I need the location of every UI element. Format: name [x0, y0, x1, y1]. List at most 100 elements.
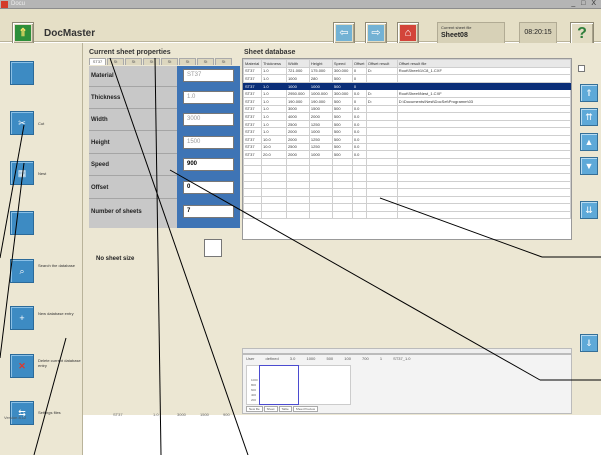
thickness-row: Thickness 1.0 [89, 88, 240, 107]
height-field[interactable]: 1500 [183, 136, 234, 149]
table-row[interactable]: ST37 1.0 1000 1000 500 0 [243, 81, 571, 91]
material-tab[interactable]: St [197, 58, 214, 65]
number-of-sheets-field[interactable]: 7 [183, 205, 234, 218]
table-cell [331, 157, 353, 167]
no-sheet-size-checkbox[interactable] [204, 239, 222, 257]
material-tab[interactable]: St [143, 58, 160, 65]
table-row-empty[interactable] [243, 203, 571, 212]
scroll-top-button[interactable]: ⇑ [580, 84, 598, 102]
table-row[interactable]: ST37 1.0 3000 1500 500 0.0 [243, 104, 571, 114]
table-row-empty[interactable] [243, 157, 571, 167]
scroll-bottom-button[interactable]: ⇓ [580, 334, 598, 352]
table-cell: 190.000 [285, 96, 310, 106]
table-cell: 1000 [308, 150, 333, 159]
nest-icon: ▦ [17, 168, 27, 178]
preview-tab[interactable]: Table [278, 406, 292, 412]
material-tab[interactable]: ST37 [89, 58, 106, 65]
speed-field[interactable]: 900 [183, 158, 234, 171]
table-cell: 1.0 [260, 66, 287, 76]
table-cell [260, 203, 287, 212]
scroll-up-button[interactable]: ▲ [580, 133, 598, 151]
preview-tab[interactable]: Sheet Preview [292, 406, 319, 412]
scroll-down-button[interactable]: ▼ [580, 157, 598, 175]
page-up-button[interactable]: ⇈ [580, 108, 598, 126]
sheet-thumbnail[interactable] [259, 365, 299, 405]
table-row-empty[interactable] [243, 165, 571, 174]
table-cell [331, 210, 353, 220]
table-cell: 0 [351, 96, 367, 106]
table-row[interactable]: ST37 1.0 1000 280 500 0 [243, 74, 571, 83]
table-cell: Root\Sheet\Nest_1.CXF [396, 89, 571, 98]
material-tab[interactable]: St [161, 58, 178, 65]
column-header[interactable]: Offset [351, 59, 367, 68]
offset-field[interactable]: 0 [183, 181, 234, 194]
preview-y-axis: 1000 800 600 400 200 [251, 378, 258, 403]
page-down-button[interactable]: ⇊ [580, 201, 598, 219]
app-logo-button[interactable]: ⇑ [12, 22, 34, 44]
app-logo-icon: ⇑ [15, 25, 31, 41]
delete-entry-button[interactable]: ✕ [10, 354, 34, 378]
arrow-left-icon: ⇦ [336, 25, 352, 41]
table-row-empty[interactable] [243, 195, 571, 205]
home-button[interactable]: ⌂ [397, 22, 419, 44]
table-row[interactable]: ST37 1.0 721.000 175.000 300.000 0 D: Root\Shee… [243, 66, 571, 76]
table-row-empty[interactable] [243, 210, 571, 220]
width-field[interactable]: 3000 [183, 113, 234, 126]
table-row[interactable]: ST37 10.0 2000 1250 500 0.0 [243, 134, 571, 144]
table-row[interactable]: ST37 1.0 4000 2000 500 0.0 [243, 112, 571, 121]
table-cell: 2500 [285, 119, 310, 129]
scroll-down-icon: ▼ [584, 161, 594, 171]
table-cell: 0.0 [351, 142, 367, 152]
material-tab[interactable]: St [215, 58, 232, 65]
material-tab[interactable]: St [107, 58, 124, 65]
nest-button[interactable]: ▦ [10, 161, 34, 185]
window-controls[interactable]: _ □ X [571, 0, 598, 7]
table-row[interactable]: ST37 1.0 2500 1250 500 0.0 [243, 119, 571, 129]
table-row[interactable]: ST37 10.0 2500 1250 500 0.0 [243, 142, 571, 152]
sidebar-button-1[interactable] [10, 61, 34, 85]
column-header[interactable]: Material [243, 59, 262, 68]
app-header: ⇑ DocMaster ⇦ ⇨ ⌂ Current sheet file She… [0, 9, 601, 46]
table-cell: 0.0 [351, 119, 367, 129]
divider [89, 86, 177, 87]
new-entry-button[interactable]: + [10, 306, 34, 330]
settings-files-button[interactable]: ⇆ [10, 401, 34, 425]
table-row-empty[interactable] [243, 180, 571, 190]
column-header[interactable]: Offset result file [396, 59, 571, 68]
table-row-empty[interactable] [243, 188, 571, 197]
thickness-field[interactable]: 1.0 [183, 91, 234, 104]
sidebar-button-4[interactable] [10, 211, 34, 235]
table-cell [285, 188, 310, 197]
cut-button[interactable]: ✂ [10, 111, 34, 135]
table-row[interactable]: ST37 1.0 2000 1000 500 0.0 [243, 127, 571, 136]
table-cell: 10.0 [260, 134, 287, 144]
material-tab[interactable]: St [179, 58, 196, 65]
divider [89, 198, 177, 199]
table-row[interactable]: ST37 1.0 190.000 190.000 500 0 D: D:\Documents\… [243, 96, 571, 106]
column-header[interactable]: Thickness [260, 59, 287, 68]
table-cell: Root\Sheet\1\C8_1.CXF [396, 66, 571, 76]
window-app-icon [1, 1, 8, 8]
column-header[interactable]: Offset result [365, 59, 398, 68]
material-field[interactable]: ST37 [183, 69, 234, 82]
table-cell [351, 210, 367, 220]
material-tab[interactable]: St [125, 58, 142, 65]
table-row-empty[interactable] [243, 172, 571, 182]
table-cell: 0 [351, 74, 367, 83]
preview-tab[interactable]: New file [246, 406, 263, 412]
search-database-button[interactable]: ⌕ [10, 259, 34, 283]
forward-button[interactable]: ⇨ [365, 22, 387, 44]
column-header[interactable]: Speed [331, 59, 353, 68]
properties-footer: ST37 1.0 3000 1500 900 [83, 410, 240, 418]
offset-row: Offset 0 [89, 178, 240, 197]
column-header[interactable]: Width [285, 59, 310, 68]
table-cell [365, 165, 398, 174]
preview-tab[interactable]: Sheet [263, 406, 278, 412]
table-row[interactable]: ST37 20.0 2000 1000 500 0.0 [243, 150, 571, 159]
column-header[interactable]: Height [308, 59, 333, 68]
back-button[interactable]: ⇦ [333, 22, 355, 44]
sheet-properties-title: Current sheet properties [89, 49, 171, 56]
table-checkbox[interactable] [578, 65, 585, 72]
table-row[interactable]: ST37 1.0 2950.000 1000.000 300.000 0.0 D: Root\… [243, 89, 571, 98]
table-cell [308, 180, 333, 190]
